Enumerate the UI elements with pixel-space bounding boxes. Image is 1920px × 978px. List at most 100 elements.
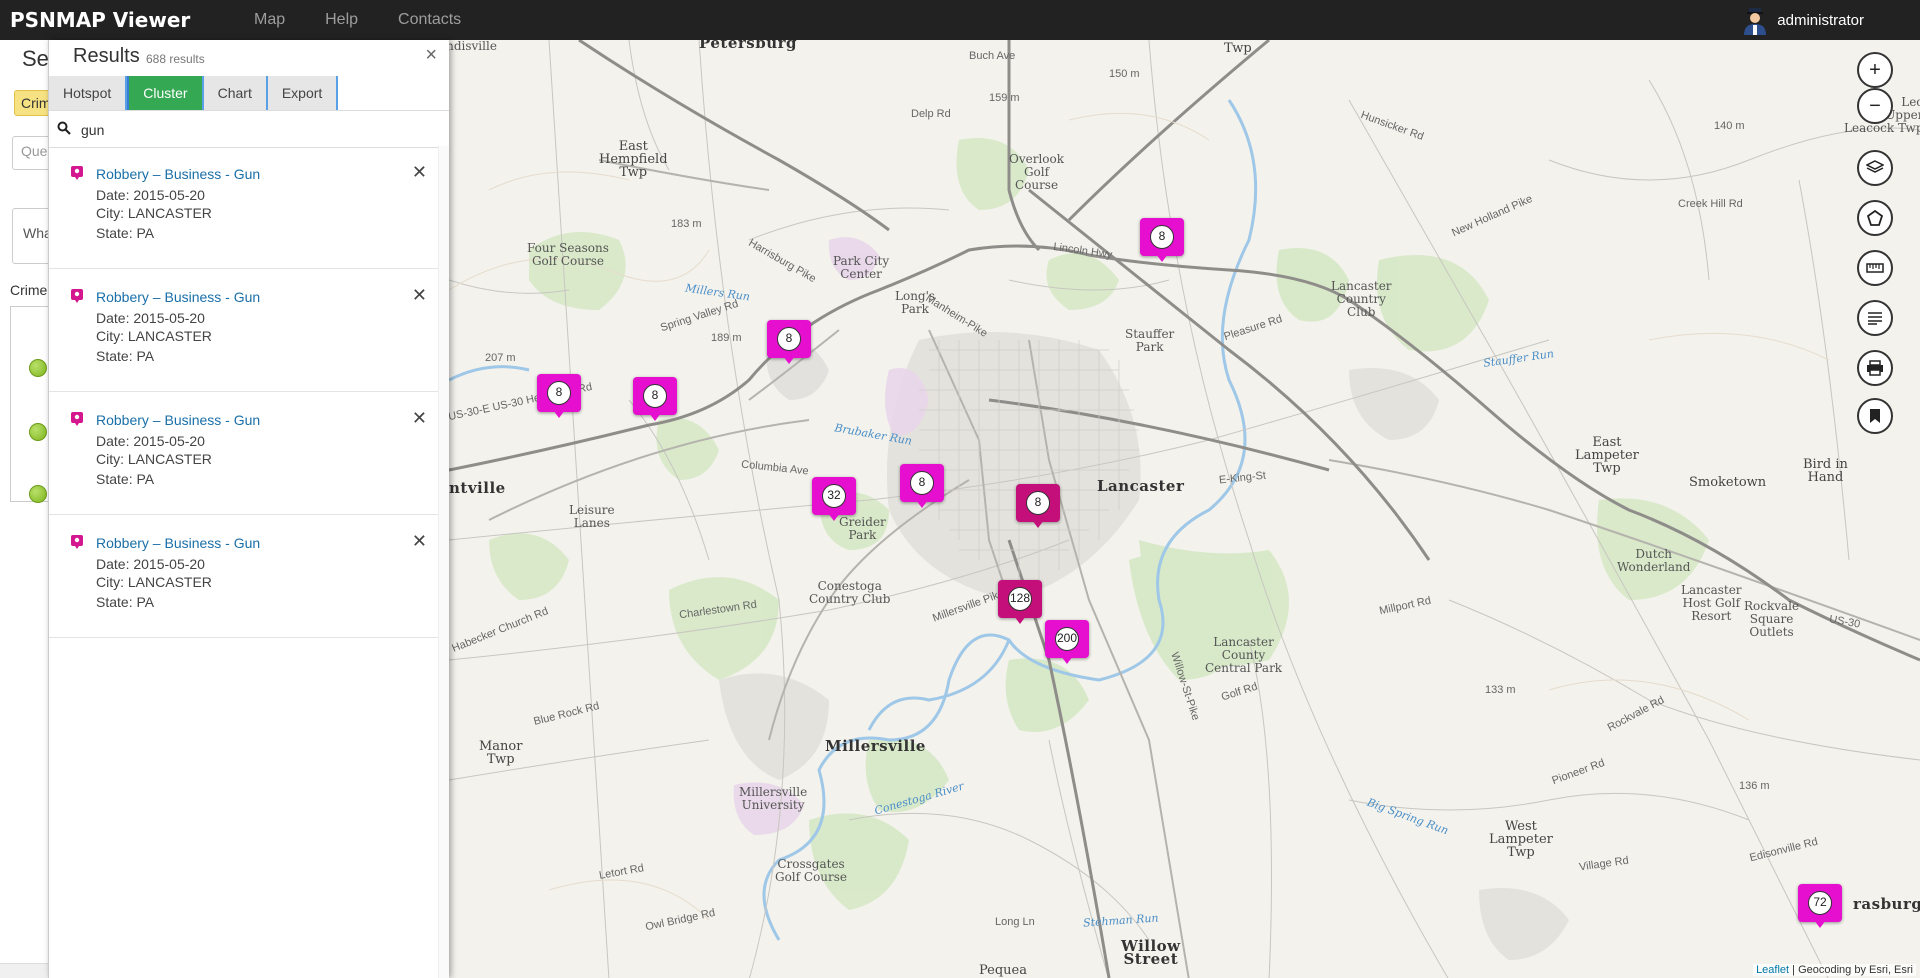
results-count: 688 results: [146, 52, 205, 66]
crime-label: Crime: [10, 282, 48, 298]
elev-label-133: 133 m: [1485, 684, 1516, 696]
remove-result-icon[interactable]: ✕: [412, 408, 427, 429]
ruler-icon: [1866, 263, 1884, 273]
map-label-four-seasons: Four Seasons Golf Course: [527, 241, 609, 268]
bookmark-button[interactable]: [1857, 398, 1893, 434]
zoom-out-button[interactable]: −: [1857, 88, 1893, 124]
minus-icon: −: [1869, 94, 1881, 117]
tab-hotspot[interactable]: Hotspot: [49, 76, 128, 110]
result-state: State: PA: [96, 594, 155, 610]
tab-cluster[interactable]: Cluster: [127, 76, 204, 110]
map-label-overlook: Overlook Golf Course: [1009, 152, 1065, 192]
map-label-stauffer-park: Stauffer Park: [1125, 327, 1175, 354]
result-date: Date: 2015-05-20: [96, 556, 205, 572]
cluster-marker[interactable]: 8: [633, 377, 677, 427]
result-city: City: LANCASTER: [96, 205, 212, 221]
map-label-east-hempfield: East Hempfield Twp: [599, 139, 668, 180]
elev-label-140: 140 m: [1714, 120, 1745, 132]
results-title: Results: [73, 45, 140, 67]
road-label-buch-ave: Buch Ave: [969, 50, 1016, 62]
result-title-link[interactable]: Robbery – Business - Gun: [96, 166, 260, 182]
road-label-creek-hill: Creek Hill Rd: [1678, 198, 1743, 210]
result-title-link[interactable]: Robbery – Business - Gun: [96, 535, 260, 551]
map-label-pequea: Pequea: [979, 963, 1027, 978]
map-label-central-park: Lancaster County Central Park: [1205, 635, 1283, 675]
nav-contacts[interactable]: Contacts: [398, 11, 461, 29]
map-label-rockvale-outlets: Rockvale Square Outlets: [1744, 599, 1800, 639]
pentagon-icon: [1867, 210, 1883, 226]
map-label-lancaster-host: Lancaster Host Golf Resort: [1681, 583, 1742, 623]
plus-icon: +: [1869, 58, 1881, 81]
map-label-lancaster: Lancaster: [1097, 477, 1185, 495]
list-item[interactable]: Robbery – Business - Gun Date: 2015-05-2…: [49, 146, 441, 269]
map-label-leisure-lanes: Leisure Lanes: [569, 503, 615, 530]
remove-result-icon[interactable]: ✕: [412, 531, 427, 552]
map-label-ntville: ntville: [449, 479, 506, 497]
map-label-lancaster-cc: Lancaster Country Club: [1331, 279, 1392, 319]
result-state: State: PA: [96, 471, 155, 487]
map-label-landisville: Landisville: [449, 40, 497, 53]
cluster-marker[interactable]: 8: [1016, 484, 1060, 534]
results-filter-row: [49, 110, 449, 148]
tab-export[interactable]: Export: [267, 76, 339, 110]
layers-icon: [1866, 160, 1884, 173]
map-label-manor-twp: Manor Twp: [479, 739, 523, 767]
cluster-marker[interactable]: 200: [1045, 620, 1089, 670]
map-label-park-city: Park City Center: [833, 254, 890, 281]
app-brand[interactable]: PSNMAP Viewer: [10, 8, 254, 32]
printer-icon: [1867, 360, 1883, 376]
basemap-svg: [449, 40, 1920, 978]
map-label-petersburg: Petersburg: [699, 40, 798, 52]
results-panel: Results 688 results × Hotspot Cluster Ch…: [48, 40, 449, 978]
result-date: Date: 2015-05-20: [96, 433, 205, 449]
close-icon[interactable]: ×: [425, 44, 437, 67]
cluster-marker[interactable]: 72: [1798, 884, 1842, 934]
result-state: State: PA: [96, 225, 155, 241]
map-label-twp: Twp: [1224, 41, 1252, 56]
top-navbar: PSNMAP Viewer Map Help Contacts administ…: [0, 0, 1920, 40]
results-list: Robbery – Business - Gun Date: 2015-05-2…: [49, 146, 441, 638]
map-canvas[interactable]: Petersburg Landisville East Hempfield Tw…: [449, 40, 1920, 978]
nav-help[interactable]: Help: [325, 11, 358, 29]
print-button[interactable]: [1857, 350, 1893, 386]
zoom-in-button[interactable]: +: [1857, 52, 1893, 88]
list-item[interactable]: Robbery – Business - Gun Date: 2015-05-2…: [49, 269, 441, 392]
cluster-marker[interactable]: 32: [812, 477, 856, 527]
cluster-marker[interactable]: 128: [998, 580, 1042, 630]
status-dot-icon[interactable]: [29, 485, 47, 503]
layers-button[interactable]: [1857, 150, 1893, 186]
map-label-crossgates: Crossgates Golf Course: [775, 857, 848, 884]
map-label-conestoga-cc: Conestoga Country Club: [809, 579, 891, 606]
result-date: Date: 2015-05-20: [96, 187, 205, 203]
status-dot-icon[interactable]: [29, 423, 47, 441]
cluster-marker[interactable]: 8: [767, 320, 811, 370]
list-item[interactable]: Robbery – Business - Gun Date: 2015-05-2…: [49, 392, 441, 515]
cluster-marker[interactable]: 8: [537, 374, 581, 424]
remove-result-icon[interactable]: ✕: [412, 162, 427, 183]
nav-map[interactable]: Map: [254, 11, 285, 29]
draw-polygon-button[interactable]: [1857, 200, 1893, 236]
cluster-marker[interactable]: 8: [900, 464, 944, 514]
remove-result-icon[interactable]: ✕: [412, 285, 427, 306]
cluster-marker[interactable]: 8: [1140, 218, 1184, 268]
results-filter-input[interactable]: [79, 115, 423, 145]
marker-pin-icon: [71, 535, 83, 549]
result-title-link[interactable]: Robbery – Business - Gun: [96, 289, 260, 305]
result-state: State: PA: [96, 348, 155, 364]
results-scrollbar[interactable]: [438, 146, 449, 978]
attribution-text: | Geocoding by Esri, Esri: [1789, 964, 1913, 976]
legend-button[interactable]: [1857, 300, 1893, 336]
result-city: City: LANCASTER: [96, 328, 212, 344]
result-title-link[interactable]: Robbery – Business - Gun: [96, 412, 260, 428]
marker-pin-icon: [71, 166, 83, 180]
road-label-delp: Delp Rd: [911, 108, 951, 120]
leaflet-link[interactable]: Leaflet: [1756, 964, 1789, 976]
status-dot-icon[interactable]: [29, 359, 47, 377]
elev-label-159: 159 m: [989, 92, 1020, 104]
elev-label-183: 183 m: [671, 218, 702, 230]
user-menu[interactable]: administrator: [1741, 0, 1864, 40]
list-item[interactable]: Robbery – Business - Gun Date: 2015-05-2…: [49, 515, 441, 638]
map-label-millersville: Millersville: [825, 737, 926, 755]
measure-button[interactable]: [1857, 250, 1893, 286]
tab-chart[interactable]: Chart: [203, 76, 268, 110]
